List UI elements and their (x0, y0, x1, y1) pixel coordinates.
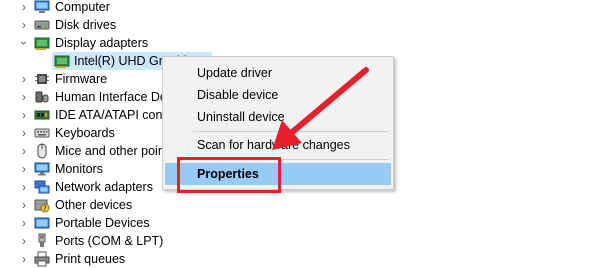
tree-item-ports[interactable]: › Ports (COM & LPT) (0, 232, 600, 250)
tree-item-label: Ports (COM & LPT) (55, 234, 164, 248)
tree-item-label: Monitors (55, 162, 103, 176)
mouse-icon (37, 143, 47, 159)
menu-item-update-driver[interactable]: Update driver (165, 62, 391, 84)
tree-item-disk-drives[interactable]: › Disk drives (0, 16, 600, 34)
chevron-right-icon[interactable]: › (18, 198, 30, 212)
tree-item-label: Portable Devices (55, 216, 150, 230)
chevron-right-icon[interactable]: › (18, 108, 30, 122)
device-manager-view: › Computer › Disk drives › Display adapt… (0, 0, 600, 268)
keyboard-icon (34, 128, 50, 138)
tree-item-label: Firmware (55, 72, 108, 86)
context-menu: Update driver Disable device Uninstall d… (162, 56, 394, 190)
svg-text:?: ? (43, 205, 47, 213)
other-devices-icon: ? (34, 199, 50, 213)
chevron-right-icon[interactable]: › (18, 216, 30, 230)
chevron-right-icon[interactable]: › (18, 180, 30, 194)
display-adapter-icon (54, 55, 70, 68)
menu-separator (193, 131, 389, 132)
menu-item-disable-device[interactable]: Disable device (165, 84, 391, 106)
tree-item-print-queues[interactable]: › Print queues (0, 250, 600, 268)
monitor-icon (34, 162, 50, 176)
printer-icon (34, 251, 50, 267)
portable-device-icon (34, 217, 50, 229)
tree-item-computer[interactable]: › Computer (0, 0, 600, 16)
tree-item-label: Print queues (55, 252, 126, 266)
chevron-right-icon[interactable]: › (18, 126, 30, 140)
chevron-right-icon[interactable]: › (18, 252, 30, 266)
chevron-right-icon[interactable]: › (18, 90, 30, 104)
chevron-right-icon[interactable]: › (18, 144, 30, 158)
chevron-down-icon[interactable]: › (17, 37, 31, 49)
hid-icon (35, 91, 49, 103)
port-icon (38, 233, 46, 247)
tree-item-display-adapters[interactable]: › Display adapters (0, 34, 600, 52)
chevron-right-icon[interactable]: › (18, 18, 30, 32)
tree-item-label: Display adapters (55, 36, 149, 50)
chevron-right-icon[interactable]: › (18, 234, 30, 248)
tree-item-label: Other devices (55, 198, 133, 212)
tree-item-label: Computer (55, 0, 110, 14)
chevron-right-icon[interactable]: › (18, 162, 30, 176)
menu-separator (193, 159, 389, 160)
tree-item-label: Keyboards (55, 126, 115, 140)
ide-controller-icon (34, 110, 50, 120)
computer-icon (34, 0, 50, 13)
chevron-right-icon[interactable]: › (18, 0, 30, 14)
tree-item-label: Network adapters (55, 180, 153, 194)
tree-item-other-devices[interactable]: › ? Other devices (0, 196, 600, 214)
tree-item-label: Disk drives (55, 18, 117, 32)
menu-item-uninstall-device[interactable]: Uninstall device (165, 106, 391, 128)
firmware-icon (35, 74, 49, 84)
network-adapter-icon (34, 180, 50, 194)
menu-item-scan-hardware[interactable]: Scan for hardware changes (165, 134, 391, 156)
display-adapter-icon (34, 37, 50, 50)
disk-drive-icon (34, 20, 50, 30)
chevron-right-icon[interactable]: › (18, 72, 30, 86)
menu-item-properties[interactable]: Properties (165, 163, 391, 185)
tree-item-portable-devices[interactable]: › Portable Devices (0, 214, 600, 232)
